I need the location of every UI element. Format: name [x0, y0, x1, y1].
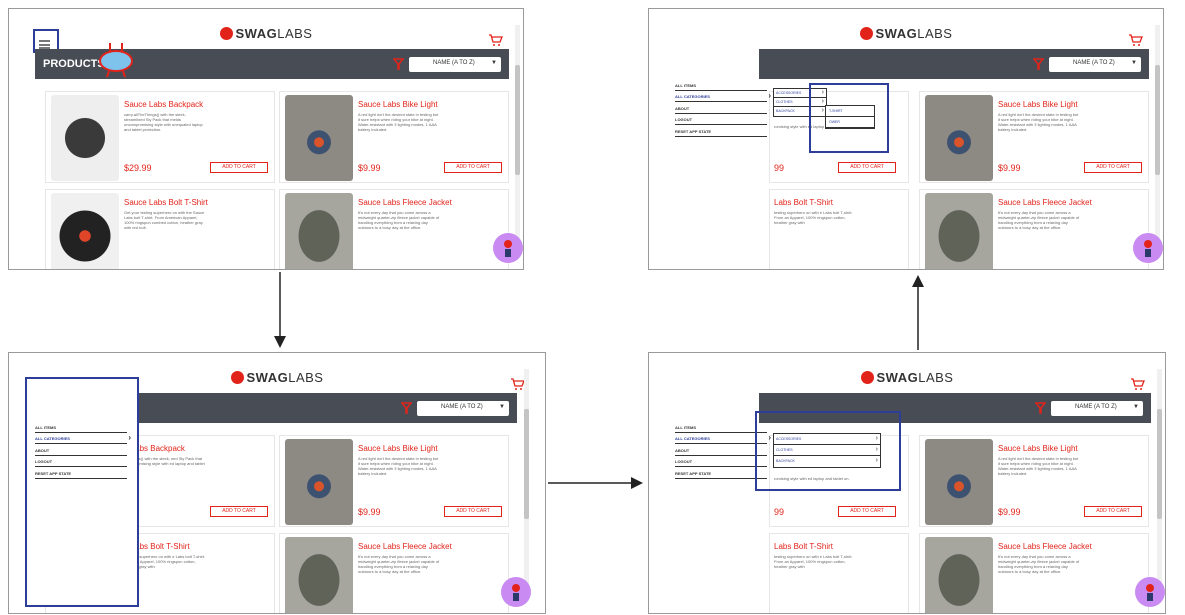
flow-arrows	[274, 272, 924, 489]
